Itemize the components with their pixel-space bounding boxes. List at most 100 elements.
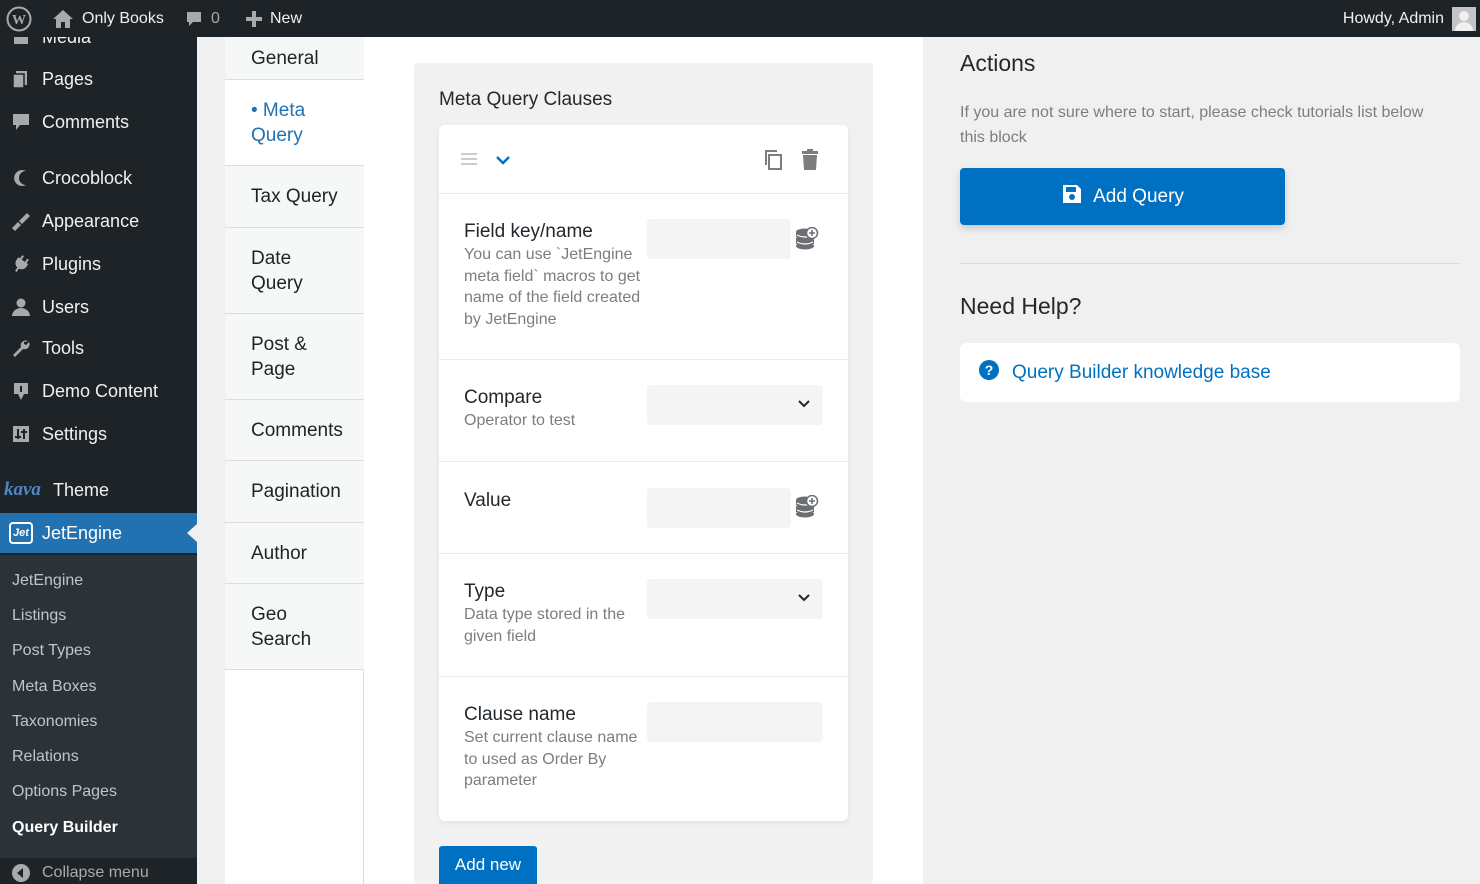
sidebar-item-theme[interactable]: kava Theme: [0, 470, 197, 510]
tab-post-page[interactable]: Post & Page: [225, 314, 364, 400]
plugins-icon: [0, 254, 42, 274]
value-label: Value: [464, 490, 512, 511]
save-icon: [1061, 183, 1083, 211]
svg-text:W: W: [12, 13, 26, 28]
settings-icon: [0, 424, 42, 444]
sidebar-item-jetengine[interactable]: Jet JetEngine: [0, 513, 197, 553]
comments-link[interactable]: 0: [185, 0, 220, 37]
tab-tax-query[interactable]: Tax Query: [225, 166, 364, 228]
sidebar-item-media[interactable]: Media: [0, 37, 197, 51]
add-query-button[interactable]: Add Query: [960, 168, 1285, 225]
tab-general[interactable]: General: [225, 37, 364, 80]
dynamic-data-icon[interactable]: [795, 494, 819, 526]
tab-label: Tax Query: [251, 186, 338, 207]
sidebar-item-label: Users: [42, 296, 90, 317]
value-input[interactable]: [647, 488, 791, 528]
account-menu[interactable]: Howdy, Admin: [1343, 0, 1480, 37]
tab-label: Comments: [251, 419, 343, 441]
admin-bar: W Only Books 0 New Howdy, Admin: [0, 0, 1480, 37]
drag-handle-icon[interactable]: [461, 152, 477, 171]
sidebar-item-settings[interactable]: Settings: [0, 414, 197, 454]
sidebar-item-label: Comments: [42, 111, 130, 132]
comments-icon: [0, 112, 42, 132]
sidebar-item-pages[interactable]: Pages: [0, 59, 197, 99]
chevron-down-icon: [797, 397, 811, 416]
sidebar-item-label: Theme: [53, 479, 110, 500]
sidebar-item-users[interactable]: Users: [0, 287, 197, 327]
compare-row: Compare Operator to test: [439, 359, 848, 461]
sidebar-item-tools[interactable]: Tools: [0, 328, 197, 368]
tab-label: Geo Search: [251, 603, 312, 650]
sidebar-item-demo-content[interactable]: Demo Content: [0, 371, 197, 411]
tab-comments[interactable]: Comments: [225, 400, 364, 461]
field-key-description: You can use `JetEngine meta field` macro…: [464, 246, 641, 328]
sidebar-item-appearance[interactable]: Appearance: [0, 201, 197, 241]
add-new-button[interactable]: Add new: [439, 846, 537, 884]
copy-icon[interactable]: [763, 149, 783, 176]
site-name: Only Books: [82, 9, 164, 27]
tab-label: Date Query: [251, 247, 303, 294]
dynamic-data-icon[interactable]: [795, 226, 819, 258]
tab-label: • Meta Query: [251, 99, 306, 146]
sidebar-item-comments[interactable]: Comments: [0, 102, 197, 142]
knowledge-base-label: Query Builder knowledge base: [1012, 361, 1271, 383]
sidebar-item-label: Demo Content: [42, 380, 159, 401]
tab-geo-search[interactable]: Geo Search: [225, 584, 364, 670]
submenu-item-jetengine[interactable]: JetEngine: [12, 572, 83, 590]
need-help-title: Need Help?: [960, 293, 1082, 319]
divider: [960, 263, 1460, 264]
submenu-item-post-types[interactable]: Post Types: [12, 642, 91, 660]
add-query-label: Add Query: [1093, 185, 1184, 207]
chevron-down-icon: [797, 591, 811, 610]
tab-meta-query[interactable]: • Meta Query: [225, 80, 364, 166]
sidebar-item-label: Crocoblock: [42, 167, 133, 188]
tab-label: General: [251, 47, 319, 69]
sidebar-item-plugins[interactable]: Plugins: [0, 244, 197, 284]
collapse-menu-button[interactable]: Collapse menu: [0, 858, 197, 884]
kava-logo: kava: [4, 479, 41, 500]
trash-icon[interactable]: [801, 149, 819, 176]
tab-label: Post & Page: [251, 333, 307, 380]
compare-select[interactable]: [647, 385, 823, 425]
new-label: New: [270, 9, 303, 27]
sidebar-item-crocoblock[interactable]: Crocoblock: [0, 158, 197, 198]
sidebar-item-label: Tools: [42, 337, 85, 358]
tab-pagination[interactable]: Pagination: [225, 461, 364, 523]
appearance-icon: [0, 211, 42, 231]
collapse-label: Collapse menu: [42, 864, 149, 881]
admin-sidebar: Media Pages Comments Crocoblock Appearan…: [0, 37, 197, 884]
chevron-down-icon[interactable]: [495, 153, 511, 171]
sidebar-item-label: Settings: [42, 423, 108, 444]
knowledge-base-link[interactable]: ? Query Builder knowledge base: [960, 343, 1460, 402]
compare-label: Compare: [464, 387, 543, 408]
jetengine-icon: Jet: [0, 522, 42, 544]
clause-name-label: Clause name: [464, 704, 576, 725]
submenu-item-taxonomies[interactable]: Taxonomies: [12, 713, 97, 731]
sidebar-item-label: Plugins: [42, 253, 102, 274]
field-key-label: Field key/name: [464, 221, 593, 242]
tab-author[interactable]: Author: [225, 523, 364, 584]
new-content-link[interactable]: New: [246, 0, 302, 37]
value-row: Value: [439, 461, 848, 553]
field-key-input[interactable]: [647, 219, 791, 259]
tab-label: Author: [251, 542, 307, 564]
type-select[interactable]: [647, 579, 823, 619]
sidebar-item-label: Pages: [42, 68, 94, 89]
submenu-item-options-pages[interactable]: Options Pages: [12, 783, 117, 801]
submenu-item-meta-boxes[interactable]: Meta Boxes: [12, 678, 96, 696]
comments-count: 0: [211, 9, 220, 27]
clause-name-input[interactable]: [647, 702, 823, 742]
users-icon: [0, 297, 42, 317]
tab-date-query[interactable]: Date Query: [225, 228, 364, 314]
jetengine-submenu: JetEngine Listings Post Types Meta Boxes…: [0, 555, 197, 858]
howdy-text: Howdy, Admin: [1342, 9, 1444, 27]
wordpress-logo-icon[interactable]: W: [6, 0, 32, 37]
submenu-item-listings[interactable]: Listings: [12, 607, 66, 625]
meta-query-title: Meta Query Clauses: [439, 89, 613, 110]
actions-title: Actions: [960, 50, 1036, 76]
submenu-item-relations[interactable]: Relations: [12, 748, 79, 766]
submenu-item-query-builder[interactable]: Query Builder: [12, 819, 118, 837]
sidebar-item-label: Media: [42, 37, 91, 48]
pages-icon: [0, 69, 42, 89]
site-name-link[interactable]: Only Books: [52, 0, 164, 37]
